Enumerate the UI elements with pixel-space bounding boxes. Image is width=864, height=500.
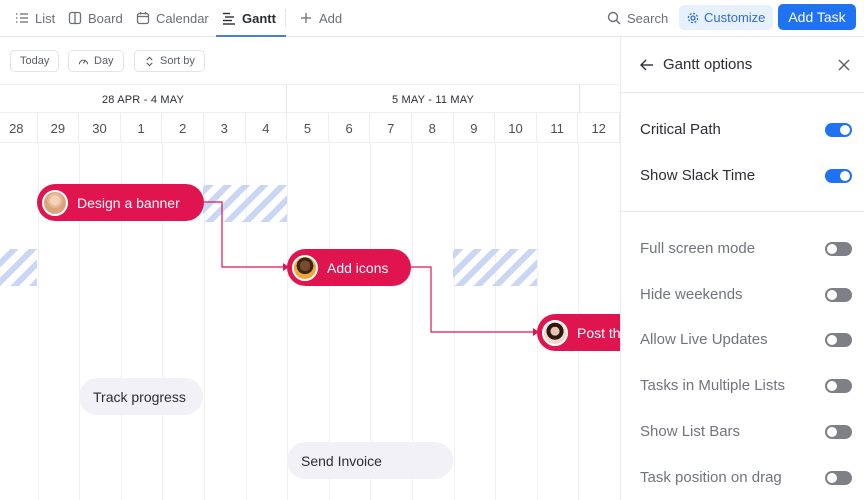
- avatar: [542, 319, 568, 346]
- option-label: Hide weekends: [640, 286, 743, 303]
- option-toggle[interactable]: [825, 288, 852, 302]
- option-toggle[interactable]: [825, 169, 852, 183]
- list-icon: [16, 13, 28, 23]
- task-bar-design-banner[interactable]: Design a banner: [37, 184, 204, 221]
- gauge-icon: [78, 59, 89, 64]
- day-scale-label: Day: [94, 55, 114, 67]
- customize-label: Customize: [704, 10, 766, 25]
- add-task-button[interactable]: Add Task: [778, 4, 856, 30]
- task-pill-track-progress[interactable]: Track progress: [79, 378, 203, 415]
- panel-title: Gantt options: [663, 56, 753, 73]
- board-icon: [68, 11, 82, 25]
- dependency-arrows: [204, 201, 539, 336]
- option-label: Critical Path: [640, 121, 721, 138]
- search-label: Search: [627, 10, 669, 26]
- dependency-line: [204, 201, 284, 268]
- option-toggle[interactable]: [825, 379, 852, 393]
- option-toggle[interactable]: [825, 242, 852, 256]
- gantt-icon: [223, 12, 235, 25]
- option-toggle[interactable]: [825, 471, 852, 485]
- task-label: Design a banner: [77, 194, 180, 211]
- dependency-line: [411, 266, 534, 333]
- option-label: Full screen mode: [640, 240, 756, 257]
- option-label: Allow Live Updates: [640, 331, 768, 348]
- panel-divider: [621, 211, 864, 212]
- top-bar: List Board Calendar Gantt Add Search Cus…: [0, 0, 864, 37]
- task-label: Send Invoice: [301, 452, 382, 469]
- task-label: Add icons: [327, 259, 389, 276]
- arrow-left-icon[interactable]: [639, 57, 655, 73]
- task-label: Post th: [577, 324, 620, 341]
- option-label: Task position on drag: [640, 469, 782, 486]
- add-view-button[interactable]: Add: [299, 0, 342, 36]
- tab-calendar-label: Calendar: [156, 10, 209, 26]
- avatar: [292, 254, 318, 281]
- gantt-options-panel: Gantt options Critical Path Show Slack Ti…: [620, 37, 864, 500]
- panel-header: Gantt options: [621, 37, 864, 93]
- option-label: Show Slack Time: [640, 167, 756, 184]
- tab-separator: [285, 9, 286, 27]
- today-label: Today: [20, 55, 50, 67]
- option-label: Tasks in Multiple Lists: [640, 377, 786, 394]
- task-bar-add-icons[interactable]: Add icons: [287, 249, 411, 286]
- tab-list-label: List: [35, 10, 56, 26]
- option-toggle[interactable]: [825, 333, 852, 347]
- tab-gantt-label: Gantt: [242, 10, 276, 26]
- option-toggle[interactable]: [825, 425, 852, 439]
- close-icon[interactable]: [837, 58, 851, 72]
- add-view-label: Add: [319, 10, 343, 26]
- tab-board-label: Board: [88, 10, 123, 26]
- search-icon: [607, 11, 621, 25]
- search-button[interactable]: Search: [607, 0, 668, 36]
- sort-label: Sort by: [160, 55, 195, 67]
- gear-icon: [687, 12, 699, 23]
- task-label: Track progress: [93, 388, 186, 405]
- tab-calendar[interactable]: Calendar: [136, 0, 209, 36]
- today-button[interactable]: Today: [10, 50, 60, 72]
- sort-button[interactable]: Sort by: [134, 50, 205, 72]
- option-toggle[interactable]: [825, 123, 852, 137]
- task-bar-post[interactable]: Post th: [537, 314, 620, 351]
- tab-board[interactable]: Board: [68, 0, 123, 36]
- sort-icon: [146, 56, 153, 66]
- plus-icon: [301, 13, 311, 23]
- tab-list[interactable]: List: [15, 0, 55, 36]
- day-scale-button[interactable]: Day: [68, 50, 124, 72]
- avatar: [42, 189, 68, 216]
- calendar-icon: [136, 12, 150, 25]
- tab-gantt[interactable]: Gantt: [216, 0, 286, 37]
- option-label: Show List Bars: [640, 423, 741, 440]
- task-pill-send-invoice[interactable]: Send Invoice: [287, 442, 453, 479]
- gantt-timeline: 28 APR - 4 MAY 5 MAY - 11 MAY 28 29 30 1 2 3 4…: [0, 84, 620, 500]
- customize-button[interactable]: Customize: [679, 5, 774, 30]
